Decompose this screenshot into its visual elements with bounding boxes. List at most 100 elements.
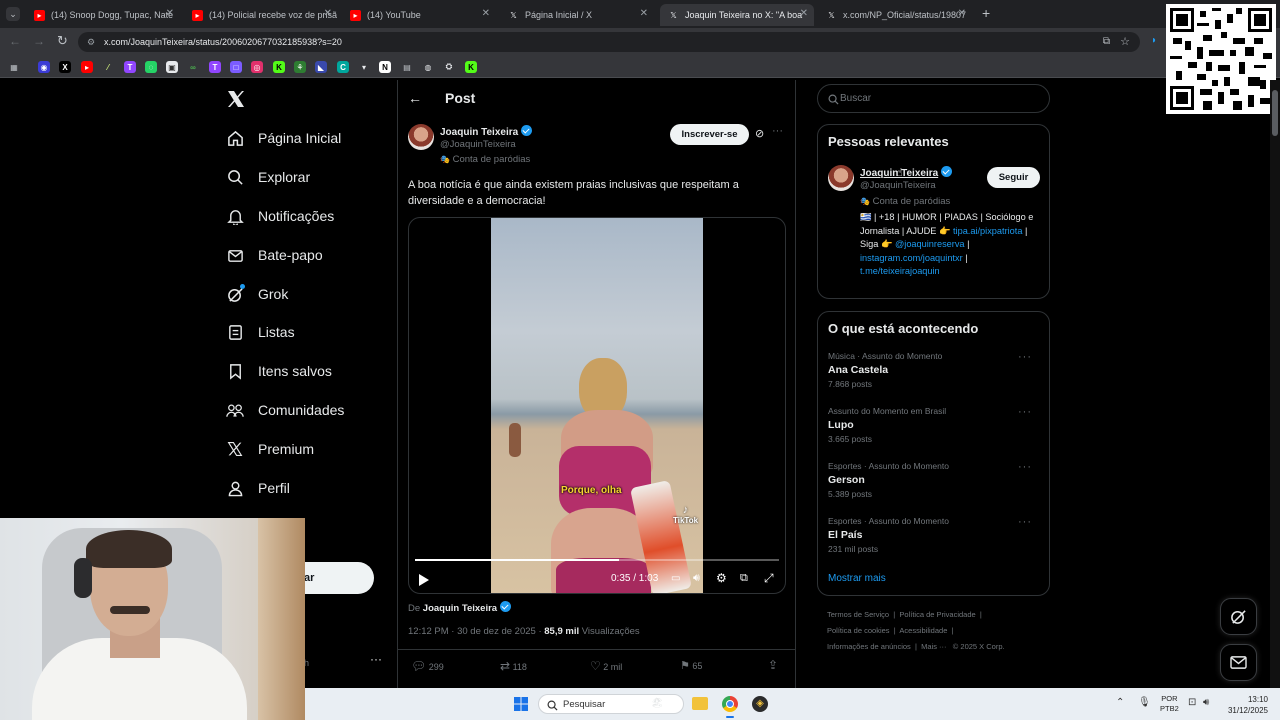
footer-link[interactable]: Termos de Serviço bbox=[827, 610, 889, 619]
nav-item-notifications[interactable]: Notificações bbox=[226, 201, 334, 231]
more-options-icon[interactable]: ··· bbox=[1018, 406, 1032, 418]
app-icon[interactable]: ◈ bbox=[752, 696, 768, 712]
repost-button[interactable]: ⇄ 118 bbox=[500, 659, 527, 673]
more-options-icon[interactable]: ··· bbox=[1018, 351, 1032, 363]
install-app-icon[interactable]: ⧉ bbox=[1103, 32, 1110, 52]
back-arrow-icon[interactable]: ← bbox=[408, 90, 422, 106]
grok-explain-icon[interactable]: ⊘ bbox=[755, 127, 764, 140]
author-name[interactable]: Joaquin Teixeira bbox=[440, 125, 533, 138]
bookmark-favicon[interactable]: □ bbox=[230, 61, 242, 73]
footer-link[interactable]: Informações de anúncios bbox=[827, 642, 911, 651]
bio-link[interactable]: tipa.ai/pixpatriota bbox=[953, 226, 1022, 236]
bookmark-star-icon[interactable]: ☆ bbox=[1120, 32, 1130, 52]
person-handle[interactable]: @JoaquinTeixeira bbox=[860, 180, 936, 191]
bookmark-favicon[interactable]: ◣ bbox=[315, 61, 327, 73]
nav-item-chat[interactable]: Bate-papo bbox=[226, 240, 323, 270]
youtube-icon[interactable]: ▸ bbox=[81, 61, 93, 73]
nav-item-bookmarks[interactable]: Itens salvos bbox=[226, 356, 332, 386]
footer-link[interactable]: Política de cookies bbox=[827, 626, 890, 635]
nav-item-profile[interactable]: Perfil bbox=[226, 473, 290, 503]
windows-start-icon[interactable] bbox=[514, 697, 528, 711]
browser-tab[interactable]: ▸ (14) YouTube ✕ bbox=[342, 4, 496, 26]
site-info-icon[interactable]: ⚙ bbox=[87, 32, 95, 52]
address-bar[interactable]: ⚙ x.com/JoaquinTeixeira/status/200602067… bbox=[78, 32, 1140, 52]
avatar[interactable] bbox=[828, 165, 854, 191]
forward-icon[interactable]: → bbox=[33, 34, 45, 48]
volume-icon[interactable]: 🔊︎ bbox=[1203, 697, 1209, 708]
instagram-icon[interactable]: ◎ bbox=[251, 61, 263, 73]
more-options-icon[interactable]: ··· bbox=[1018, 516, 1032, 528]
network-icon[interactable]: ⊡ bbox=[1188, 697, 1196, 708]
microphone-icon[interactable]: 🎙︎ bbox=[1138, 697, 1151, 708]
browser-tab[interactable]: ▸ (14) Policial recebe voz de prisã ✕ bbox=[184, 4, 338, 26]
author-handle[interactable]: @JoaquinTeixeira bbox=[440, 139, 516, 150]
new-tab-icon[interactable]: + bbox=[982, 5, 990, 21]
nav-item-communities[interactable]: Comunidades bbox=[226, 395, 344, 425]
bookmark-favicon[interactable]: ▾ bbox=[358, 61, 370, 73]
close-tab-icon[interactable]: ✕ bbox=[482, 8, 490, 19]
footer-link[interactable]: Política de Privacidade bbox=[899, 610, 975, 619]
share-icon[interactable]: ⇪ bbox=[768, 658, 778, 672]
bookmark-favicon[interactable]: ⁄ bbox=[102, 61, 114, 73]
footer-link[interactable]: Acessibilidade bbox=[899, 626, 947, 635]
trend-item[interactable]: Esportes · Assunto do Momento Gerson 5.3… bbox=[828, 461, 1042, 499]
video-player[interactable]: Porque, olha ♪ TikTok 0:35 / 1:03 ▭ 🔊︎ ⚙… bbox=[408, 217, 786, 594]
more-options-icon[interactable]: ··· bbox=[772, 125, 783, 137]
settings-gear-icon[interactable]: ⚙ bbox=[716, 571, 727, 585]
trend-item[interactable]: Assunto do Momento em Brasil Lupo 3.665 … bbox=[828, 406, 1042, 444]
search-input[interactable]: Buscar bbox=[817, 84, 1050, 113]
bookmark-favicon[interactable]: ◉ bbox=[38, 61, 50, 73]
reply-button[interactable]: 💬︎ 299 bbox=[411, 659, 444, 673]
bio-link[interactable]: instagram.com/joaquintxr bbox=[860, 253, 963, 263]
whatsapp-icon[interactable]: ◌ bbox=[145, 61, 157, 73]
clock[interactable]: 13:10 31/12/2025 bbox=[1222, 694, 1268, 716]
chrome-icon[interactable] bbox=[722, 696, 738, 712]
trend-item[interactable]: Música · Assunto do Momento Ana Castela … bbox=[828, 351, 1042, 389]
nav-item-grok[interactable]: Grok bbox=[226, 279, 288, 309]
more-options-icon[interactable]: ··· bbox=[1018, 461, 1032, 473]
bookmark-favicon[interactable]: C bbox=[337, 61, 349, 73]
messages-floating-button[interactable] bbox=[1220, 644, 1257, 681]
pip-icon[interactable]: ⧉ bbox=[740, 572, 748, 585]
kick-icon[interactable]: K bbox=[465, 61, 477, 73]
x-icon[interactable]: X bbox=[59, 61, 71, 73]
extension-icon[interactable]: ◗ bbox=[1151, 35, 1157, 46]
play-icon[interactable] bbox=[419, 573, 429, 586]
video-progress-track[interactable] bbox=[415, 559, 779, 561]
bookmark-favicon[interactable]: ⛭ bbox=[443, 61, 455, 73]
taskbar-search[interactable]: Pesquisar 🏖 bbox=[538, 694, 684, 714]
apps-grid-icon[interactable]: ▦ bbox=[8, 61, 20, 73]
grok-floating-button[interactable] bbox=[1220, 598, 1257, 635]
captions-icon[interactable]: ▭ bbox=[671, 573, 680, 584]
bookmark-favicon[interactable]: ▤ bbox=[401, 61, 413, 73]
back-icon[interactable]: ← bbox=[9, 34, 21, 48]
nav-item-premium[interactable]: Premium bbox=[226, 434, 314, 464]
close-tab-icon[interactable]: ✕ bbox=[640, 8, 648, 19]
bookmark-favicon[interactable]: ⚘ bbox=[294, 61, 306, 73]
twitch-icon[interactable]: T bbox=[209, 61, 221, 73]
nav-item-explore[interactable]: Explorar bbox=[226, 162, 310, 192]
more-dots-icon[interactable]: ··· bbox=[370, 652, 382, 666]
close-tab-icon[interactable]: ✕ bbox=[800, 8, 808, 19]
show-more-link[interactable]: Mostrar mais bbox=[828, 573, 886, 584]
file-explorer-icon[interactable] bbox=[692, 697, 708, 710]
x-logo-icon[interactable] bbox=[226, 89, 246, 109]
browser-tab[interactable]: 𝕏 x.com/NP_Oficial/status/19807 ✕ bbox=[818, 4, 972, 26]
avatar[interactable] bbox=[408, 124, 434, 150]
twitch-icon[interactable]: T bbox=[124, 61, 136, 73]
browser-tab-active[interactable]: 𝕏 Joaquin Teixeira no X: "A boa n ✕ bbox=[660, 4, 814, 26]
like-button[interactable]: ♡ 2 mil bbox=[590, 659, 622, 673]
close-tab-icon[interactable]: ✕ bbox=[166, 8, 174, 19]
post-timestamp[interactable]: 12:12 PM · 30 de dez de 2025 · bbox=[408, 626, 542, 637]
bookmark-favicon[interactable]: ◍ bbox=[422, 61, 434, 73]
browser-tab[interactable]: ▸ (14) Snoop Dogg, Tupac, Nate ✕ bbox=[26, 4, 180, 26]
kick-icon[interactable]: K bbox=[273, 61, 285, 73]
close-tab-icon[interactable]: ✕ bbox=[958, 8, 966, 19]
volume-icon[interactable]: 🔊︎ bbox=[693, 572, 700, 585]
from-author-link[interactable]: Joaquin Teixeira bbox=[423, 603, 497, 614]
fullscreen-icon[interactable]: ⤢ bbox=[764, 571, 774, 586]
tray-chevron-icon[interactable]: ⌃ bbox=[1116, 697, 1124, 708]
footer-link[interactable]: Mais ··· bbox=[921, 642, 946, 651]
trend-item[interactable]: Esportes · Assunto do Momento El País 23… bbox=[828, 516, 1042, 554]
person-name[interactable]: Joaquin Teixeira bbox=[860, 166, 953, 179]
